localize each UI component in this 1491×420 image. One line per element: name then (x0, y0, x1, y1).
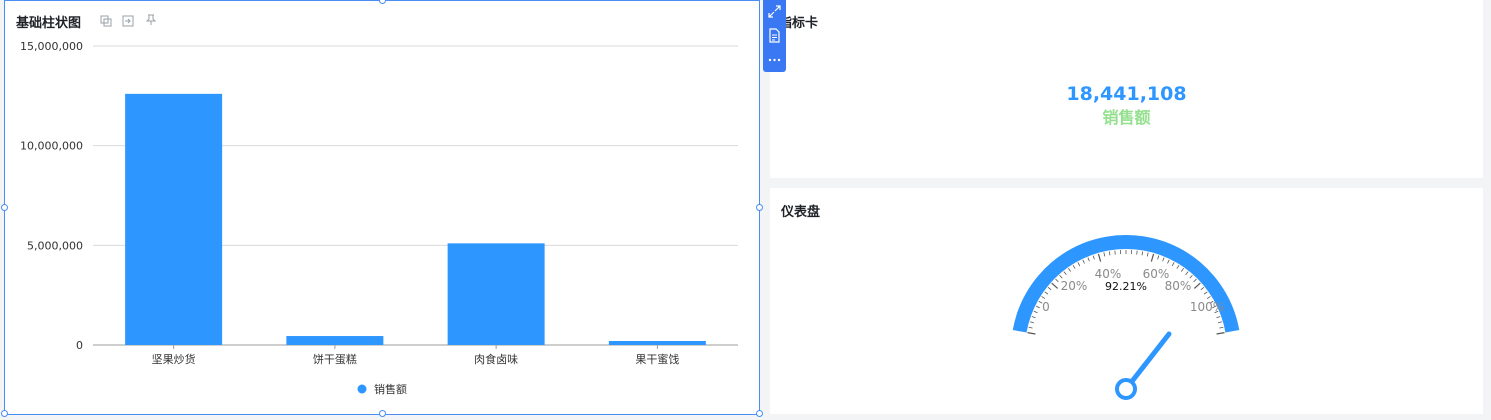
gauge-tick-label: 0 (1042, 300, 1050, 314)
gauge-tick (1047, 287, 1052, 291)
gauge-tick (1108, 251, 1111, 256)
gauge-tick (1072, 264, 1076, 269)
legend-marker (357, 384, 367, 394)
x-tick-label: 果干蜜饯 (635, 352, 679, 366)
gauge-tick (1044, 291, 1049, 295)
gauge-tick (1162, 257, 1165, 262)
gauge-tick (1068, 268, 1071, 272)
gauge-tick (1097, 253, 1102, 262)
x-tick-label: 坚果炒货 (152, 352, 196, 366)
gauge-tick (1141, 251, 1144, 256)
gauge-tick (1035, 305, 1040, 309)
gauge-value-label: 92.21% (1105, 280, 1147, 293)
gauge-tick (1055, 278, 1059, 283)
gauge-chart: 020%40% 60%80%100%92.21% (1012, 235, 1240, 400)
bar (608, 341, 706, 345)
bar (447, 243, 545, 345)
resize-handle-bottom-right[interactable] (756, 410, 763, 417)
document-icon[interactable] (767, 28, 782, 43)
resize-handle-bottom[interactable] (379, 410, 386, 417)
gauge-tick (1171, 262, 1175, 267)
gauge-tick (1189, 274, 1193, 279)
kpi-value: 18,441,108 (1066, 83, 1187, 105)
legend-label: 销售额 (374, 382, 407, 396)
gauge-tick (1028, 326, 1033, 329)
gauge-tick (1176, 264, 1180, 269)
gauge-tick (1150, 253, 1155, 262)
x-tick-label: 肉食卤味 (474, 352, 518, 366)
bar (125, 93, 223, 345)
y-tick-label: 0 (76, 339, 83, 352)
gauge-tick (1185, 271, 1189, 276)
gauge-panel[interactable]: 仪表盘 0 20% 40% 60% 80% 100% 92.21% (770, 188, 1483, 414)
gauge-tick (1051, 282, 1059, 289)
gauge-tick (1181, 268, 1184, 272)
gauge-tick-label: 100% (1190, 300, 1224, 314)
resize-handle-left[interactable] (1, 204, 8, 211)
gauge-tick-label: 20% (1061, 279, 1088, 293)
gauge-tick (1216, 316, 1221, 319)
gauge-tick (1216, 332, 1225, 335)
gauge-tick (1082, 259, 1085, 264)
gauge-tick (1027, 332, 1036, 335)
gauge-tick (1041, 296, 1046, 299)
gauge-tick (1219, 326, 1224, 329)
gauge-tick (1206, 296, 1211, 299)
gauge-tick (1200, 287, 1205, 291)
gauge-needle-hub (1115, 378, 1137, 400)
bar (286, 336, 384, 345)
gauge-tick (1063, 271, 1067, 276)
gauge-tick (1167, 259, 1170, 264)
gauge-tick (1193, 278, 1197, 283)
gauge-tick (1217, 321, 1223, 324)
gauge-tick (1092, 255, 1095, 260)
gauge-tick (1146, 252, 1149, 257)
gauge-tick-label: 40% (1095, 267, 1122, 281)
y-tick-label: 10,000,000 (20, 140, 83, 153)
gauge-tick-label: 80% (1165, 279, 1192, 293)
gauge-tick (1077, 262, 1081, 267)
gauge-tick (1193, 282, 1201, 289)
gauge-tick (1103, 252, 1106, 257)
gauge-tick (1157, 255, 1160, 260)
kpi-label: 销售额 (1102, 108, 1151, 127)
y-tick-label: 15,000,000 (20, 40, 83, 53)
gauge-tick (1059, 274, 1063, 279)
kpi-card-panel[interactable]: 指标卡 18,441,108 销售额 (770, 0, 1483, 178)
gauge-tick (1087, 257, 1090, 262)
resize-handle-bottom-left[interactable] (1, 410, 8, 417)
floating-toolbar (763, 0, 786, 72)
gauge-tick (1033, 310, 1038, 314)
gauge-tick (1203, 291, 1208, 295)
bar-chart-plot: 0 5,000,000 10,000,000 15,000,000 坚果炒货 饼干蛋糕 肉食… (20, 40, 738, 396)
more-icon[interactable] (767, 52, 782, 67)
expand-icon[interactable] (767, 4, 782, 19)
gauge-tick (1031, 316, 1036, 319)
y-tick-label: 5,000,000 (27, 239, 83, 252)
resize-handle-right[interactable] (756, 204, 763, 211)
gauge-tick (1029, 321, 1035, 324)
x-tick-label: 饼干蛋糕 (313, 352, 357, 366)
bar-chart-panel[interactable]: 基础柱状图 0 5,000,000 10,000,000 15,000,000 坚果炒货… (1, 0, 763, 417)
